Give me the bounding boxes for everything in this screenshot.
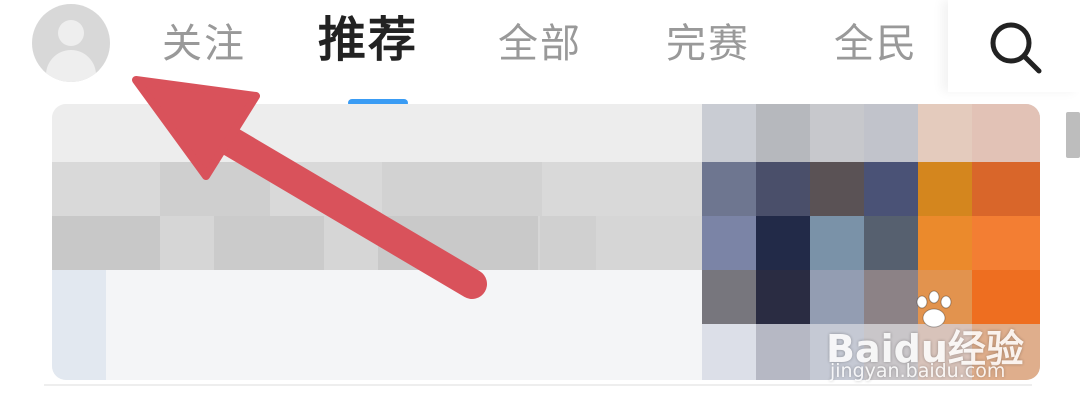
watermark-url: jingyan.baidu.com (830, 360, 1006, 382)
